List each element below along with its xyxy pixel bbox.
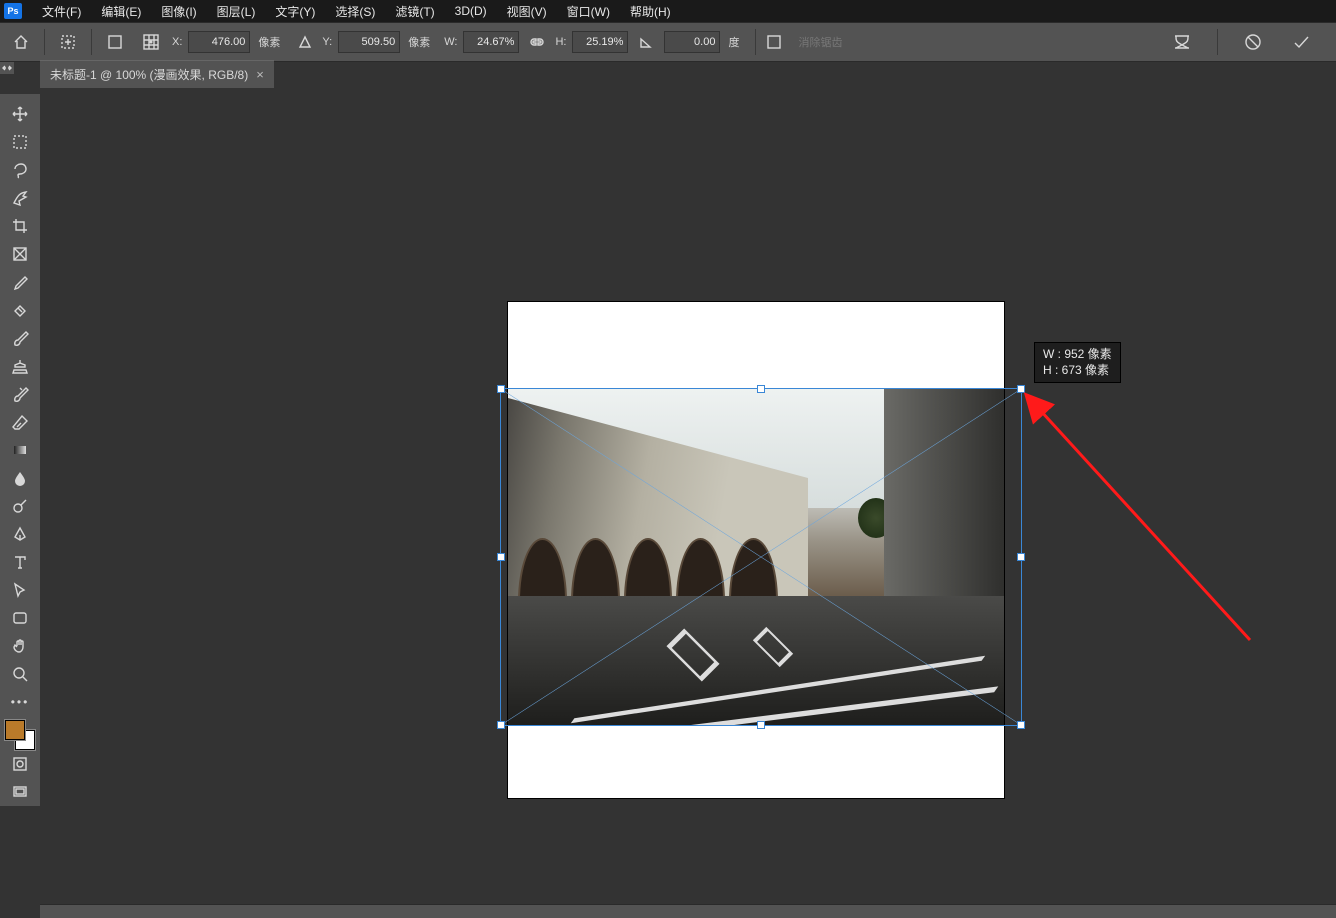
x-unit: 像素: [258, 34, 280, 50]
transform-handle-mr[interactable]: [1017, 553, 1025, 561]
type-tool[interactable]: [3, 548, 37, 576]
move-tool[interactable]: [3, 100, 37, 128]
menu-file[interactable]: 文件(F): [32, 0, 91, 23]
dodge-tool[interactable]: [3, 492, 37, 520]
warp-mode-icon[interactable]: [1167, 28, 1197, 56]
menu-view[interactable]: 视图(V): [497, 0, 557, 23]
transform-handle-br[interactable]: [1017, 721, 1025, 729]
history-brush-tool[interactable]: [3, 380, 37, 408]
canvas-area[interactable]: W : 952 像素 H : 673 像素: [40, 92, 1336, 904]
menu-3d[interactable]: 3D(D): [445, 1, 497, 21]
document-tab-bar: 未标题-1 @ 100% (漫画效果, RGB/8) ×: [40, 62, 1336, 88]
menu-help[interactable]: 帮助(H): [620, 0, 681, 23]
tooltip-height: H : 673 像素: [1043, 363, 1112, 379]
tool-panel: •••: [0, 94, 40, 806]
link-aspect-icon[interactable]: [525, 28, 549, 56]
rectangle-tool[interactable]: [3, 604, 37, 632]
quick-mask-icon[interactable]: [3, 750, 37, 778]
reference-grid-icon[interactable]: [136, 28, 166, 56]
angle-unit: 度: [728, 34, 739, 50]
menu-filter[interactable]: 滤镜(T): [385, 0, 444, 23]
annotation-arrow-icon: [1020, 390, 1280, 650]
frame-tool[interactable]: [3, 240, 37, 268]
y-input[interactable]: [338, 31, 400, 53]
menu-type[interactable]: 文字(Y): [265, 0, 325, 23]
rotate-angle-icon[interactable]: [634, 28, 658, 56]
transform-handle-bl[interactable]: [497, 721, 505, 729]
menu-window[interactable]: 窗口(W): [557, 0, 620, 23]
document-canvas[interactable]: [508, 302, 1004, 798]
color-swatches[interactable]: [3, 720, 37, 750]
commit-transform-icon[interactable]: [1286, 28, 1316, 56]
delta-icon[interactable]: [294, 28, 316, 56]
separator: [44, 29, 45, 55]
x-input[interactable]: [188, 31, 250, 53]
hand-tool[interactable]: [3, 632, 37, 660]
clone-stamp-tool[interactable]: [3, 352, 37, 380]
y-unit: 像素: [408, 34, 430, 50]
eyedropper-tool[interactable]: [3, 268, 37, 296]
reference-point-icon[interactable]: [100, 28, 130, 56]
menu-bar: Ps 文件(F) 编辑(E) 图像(I) 图层(L) 文字(Y) 选择(S) 滤…: [0, 0, 1336, 22]
separator: [91, 29, 92, 55]
close-tab-icon[interactable]: ×: [256, 67, 264, 82]
h-input[interactable]: [572, 31, 628, 53]
transform-size-tooltip: W : 952 像素 H : 673 像素: [1034, 342, 1121, 383]
menu-select[interactable]: 选择(S): [325, 0, 385, 23]
w-input[interactable]: [463, 31, 519, 53]
w-label: W:: [444, 36, 457, 48]
marquee-tool[interactable]: [3, 128, 37, 156]
separator: [755, 29, 756, 55]
app-logo-icon: Ps: [4, 3, 22, 19]
menu-edit[interactable]: 编辑(E): [91, 0, 151, 23]
status-bar: [40, 904, 1336, 918]
zoom-tool[interactable]: [3, 660, 37, 688]
document-tab-title: 未标题-1 @ 100% (漫画效果, RGB/8): [50, 66, 248, 83]
menu-image[interactable]: 图像(I): [151, 0, 206, 23]
document-tab[interactable]: 未标题-1 @ 100% (漫画效果, RGB/8) ×: [40, 60, 274, 88]
options-bar: X: 像素 Y: 像素 W: H: 度 消除锯齿: [0, 22, 1336, 62]
gradient-tool[interactable]: [3, 436, 37, 464]
antialias-label: 消除锯齿: [798, 34, 842, 50]
h-label: H:: [555, 36, 566, 48]
home-icon[interactable]: [6, 28, 36, 56]
lasso-tool[interactable]: [3, 156, 37, 184]
path-select-tool[interactable]: [3, 576, 37, 604]
cancel-transform-icon[interactable]: [1238, 28, 1268, 56]
transform-handle-tl[interactable]: [497, 385, 505, 393]
screen-mode-icon[interactable]: [3, 778, 37, 806]
collapse-panels-icon[interactable]: [0, 62, 14, 74]
quick-select-tool[interactable]: [3, 184, 37, 212]
transform-handle-tr[interactable]: [1017, 385, 1025, 393]
tooltip-width: W : 952 像素: [1043, 347, 1112, 363]
x-label: X:: [172, 36, 182, 48]
transform-selection-icon[interactable]: [53, 28, 83, 56]
more-tools-icon[interactable]: •••: [3, 688, 37, 716]
placed-image[interactable]: [508, 388, 1004, 726]
menu-layer[interactable]: 图层(L): [207, 0, 266, 23]
antialias-checkbox[interactable]: [764, 28, 784, 56]
crop-tool[interactable]: [3, 212, 37, 240]
healing-brush-tool[interactable]: [3, 296, 37, 324]
brush-tool[interactable]: [3, 324, 37, 352]
eraser-tool[interactable]: [3, 408, 37, 436]
separator: [1217, 29, 1218, 55]
angle-input[interactable]: [664, 31, 720, 53]
pen-tool[interactable]: [3, 520, 37, 548]
transform-handle-ml[interactable]: [497, 553, 505, 561]
foreground-color-swatch[interactable]: [5, 720, 25, 740]
blur-tool[interactable]: [3, 464, 37, 492]
y-label: Y:: [322, 36, 332, 48]
